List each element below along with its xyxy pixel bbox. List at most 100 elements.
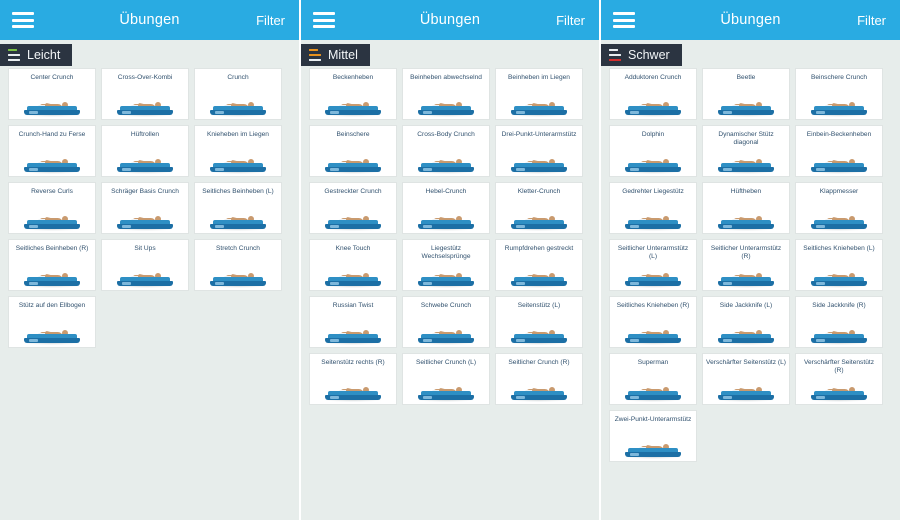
exercise-illustration [310,196,396,233]
exercise-card[interactable]: Seitliches Knieheben (L) [795,239,883,291]
level-bars-icon [8,49,20,61]
filter-button[interactable]: Filter [256,13,285,28]
exercise-title: Center Crunch [30,74,74,81]
exercise-illustration [796,82,882,119]
exercise-card[interactable]: Superman [609,353,697,405]
exercise-card[interactable]: Seitlicher Crunch (R) [495,353,583,405]
exercise-title: Beetle [736,74,756,81]
exercise-illustration [310,310,396,347]
difficulty-badge-mittel[interactable]: Mittel [301,44,370,66]
exercise-illustration [102,253,188,290]
exercise-card[interactable]: Knieheben im Liegen [194,125,282,177]
exercise-card[interactable]: Seitenstütz (L) [495,296,583,348]
exercise-illustration [703,261,789,290]
badge-row-schwer: Schwer [601,40,900,66]
exercise-title: Dynamischer Stütz diagonal [718,131,774,146]
exercise-illustration [610,261,696,290]
exercise-illustration [610,424,696,461]
exercise-card[interactable]: Beinschere [309,125,397,177]
exercise-card[interactable]: Cross-Body Crunch [402,125,490,177]
exercise-illustration [703,310,789,347]
exercise-card[interactable]: Side Jackknife (R) [795,296,883,348]
exercise-card[interactable]: Einbein-Beckenheben [795,125,883,177]
exercise-card[interactable]: Liegestütz Wechselsprünge [402,239,490,291]
exercise-card[interactable]: Reverse Curls [8,182,96,234]
exercise-grid-schwer: Adduktoren Crunch Beetle Beinschere Crunch… [601,66,900,467]
exercise-card[interactable]: Crunch-Hand zu Ferse [8,125,96,177]
exercise-card[interactable]: Beinheben abwechselnd [402,68,490,120]
exercise-card[interactable]: Beckenheben [309,68,397,120]
exercise-illustration [310,82,396,119]
exercise-illustration [195,139,281,176]
exercise-card[interactable]: Klappmesser [795,182,883,234]
page-title: Übungen [119,12,180,28]
exercise-card[interactable]: Gestreckter Crunch [309,182,397,234]
exercise-card[interactable]: Dynamischer Stütz diagonal [702,125,790,177]
exercise-title: Beinschere [336,131,370,138]
exercise-card[interactable]: Cross-Over-Kombi [101,68,189,120]
exercise-card[interactable]: Verschärfter Seitenstütz (R) [795,353,883,405]
exercise-title: Kletter-Crunch [517,188,561,195]
exercise-card[interactable]: Seitliches Beinheben (R) [8,239,96,291]
exercise-card[interactable]: Verschärfter Seitenstütz (L) [702,353,790,405]
exercise-illustration [610,139,696,176]
difficulty-badge-leicht[interactable]: Leicht [0,44,73,66]
exercise-card[interactable]: Rumpfdrehen gestreckt [495,239,583,291]
exercise-card[interactable]: Beinheben im Liegen [495,68,583,120]
exercise-card[interactable]: Beinschere Crunch [795,68,883,120]
exercise-illustration [496,310,582,347]
exercise-card[interactable]: Stretch Crunch [194,239,282,291]
exercise-title: Hebel-Crunch [425,188,467,195]
exercise-card[interactable]: Russian Twist [309,296,397,348]
exercise-card[interactable]: Center Crunch [8,68,96,120]
exercise-title: Crunch [227,74,249,81]
exercise-illustration [403,82,489,119]
exercise-title: Stütz auf den Ellbogen [18,302,86,309]
exercise-illustration [9,310,95,347]
topbar-mittel: Übungen Filter [301,0,599,40]
exercise-card[interactable]: Schräger Basis Crunch [101,182,189,234]
exercise-card[interactable]: Seitlicher Crunch (L) [402,353,490,405]
exercise-card[interactable]: Seitliches Knieheben (R) [609,296,697,348]
hamburger-icon[interactable] [12,12,34,28]
hamburger-icon[interactable] [313,12,335,28]
exercise-card[interactable]: Hüftrollen [101,125,189,177]
exercise-card[interactable]: Hüftheben [702,182,790,234]
exercise-card[interactable]: Kletter-Crunch [495,182,583,234]
exercise-card[interactable]: Seitlicher Unterarmstütz (L) [609,239,697,291]
exercise-card[interactable]: Zwei-Punkt-Unterarmstütz [609,410,697,462]
exercise-illustration [9,196,95,233]
exercise-illustration [310,367,396,404]
exercise-card[interactable]: Knee Touch [309,239,397,291]
exercise-card[interactable]: Seitenstütz rechts (R) [309,353,397,405]
exercise-illustration [195,196,281,233]
hamburger-icon[interactable] [613,12,635,28]
exercise-card[interactable]: Beetle [702,68,790,120]
exercise-card[interactable]: Stütz auf den Ellbogen [8,296,96,348]
exercise-card[interactable]: Sit Ups [101,239,189,291]
exercise-card[interactable]: Seitliches Beinheben (L) [194,182,282,234]
difficulty-label: Mittel [328,48,358,62]
exercise-title: Seitliches Knieheben (R) [616,302,690,309]
exercise-title: Beckenheben [332,74,374,81]
exercise-illustration [310,139,396,176]
exercise-card[interactable]: Gedrehter Liegestütz [609,182,697,234]
exercise-card[interactable]: Hebel-Crunch [402,182,490,234]
exercise-card[interactable]: Crunch [194,68,282,120]
filter-button[interactable]: Filter [857,13,886,28]
exercise-title: Beinheben abwechselnd [410,74,482,81]
exercise-title: Seitliches Beinheben (R) [15,245,89,252]
exercise-title: Beinheben im Liegen [508,74,570,81]
topbar-schwer: Übungen Filter [601,0,900,40]
filter-button[interactable]: Filter [556,13,585,28]
exercise-card[interactable]: Schwebe Crunch [402,296,490,348]
exercise-title: Side Jackknife (R) [812,302,866,309]
exercise-card[interactable]: Drei-Punkt-Unterarmstütz [495,125,583,177]
exercise-card[interactable]: Adduktoren Crunch [609,68,697,120]
difficulty-badge-schwer[interactable]: Schwer [601,44,682,66]
exercise-card[interactable]: Seitlicher Unterarmstütz (R) [702,239,790,291]
exercise-card[interactable]: Dolphin [609,125,697,177]
exercise-card[interactable]: Side Jackknife (L) [702,296,790,348]
exercise-title: Adduktoren Crunch [624,74,682,81]
exercise-illustration [9,82,95,119]
